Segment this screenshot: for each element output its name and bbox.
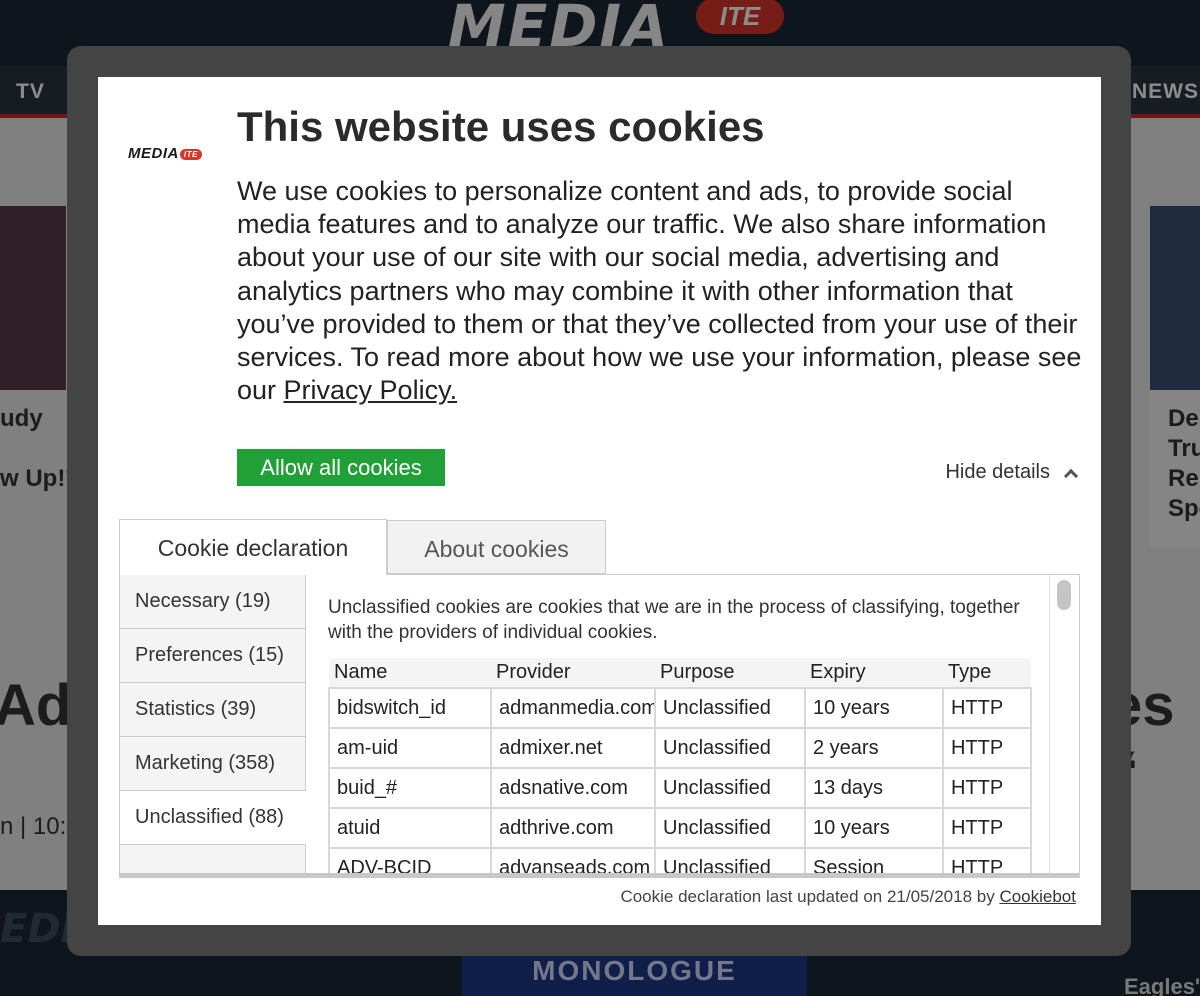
cell-expiry: 13 days xyxy=(805,768,944,809)
cell-name: ADV-BCID xyxy=(328,848,492,873)
chevron-up-icon xyxy=(1063,468,1079,483)
table-row: ADV-BCID advanseads.com Unclassified Ses… xyxy=(328,848,1032,873)
category-content: Unclassified cookies are cookies that we… xyxy=(328,595,1032,873)
cell-name: am-uid xyxy=(328,728,492,769)
cell-provider: adsnative.com xyxy=(491,768,656,809)
tab-about-cookies[interactable]: About cookies xyxy=(387,520,606,574)
cell-purpose: Unclassified xyxy=(655,728,806,769)
dialog-logo: MEDIA ITE xyxy=(128,145,202,162)
dialog-footer: Cookie declaration last updated on 21/05… xyxy=(620,887,1076,906)
cell-provider: admixer.net xyxy=(491,728,656,769)
cell-provider: adthrive.com xyxy=(491,808,656,849)
category-unclassified[interactable]: Unclassified (88) xyxy=(120,791,306,845)
cookie-declaration-panel: Necessary (19) Preferences (15) Statisti… xyxy=(119,574,1080,878)
column-header-expiry: Expiry xyxy=(805,658,943,689)
cell-type: HTTP xyxy=(943,808,1032,849)
allow-all-cookies-button[interactable]: Allow all cookies xyxy=(237,449,445,486)
scrollbar-thumb[interactable] xyxy=(1057,580,1071,610)
cell-type: HTTP xyxy=(943,688,1032,729)
category-preferences[interactable]: Preferences (15) xyxy=(120,629,305,683)
cookie-table: Name Provider Purpose Expiry Type bidswi… xyxy=(328,658,1032,873)
category-marketing[interactable]: Marketing (358) xyxy=(120,737,305,791)
category-list: Necessary (19) Preferences (15) Statisti… xyxy=(120,575,306,873)
table-row: am-uid admixer.net Unclassified 2 years … xyxy=(328,728,1032,769)
dialog-body: We use cookies to personalize content an… xyxy=(237,176,1082,406)
cell-expiry: Session xyxy=(805,848,944,873)
hide-details-toggle[interactable]: Hide details xyxy=(945,461,1079,484)
category-statistics[interactable]: Statistics (39) xyxy=(120,683,305,737)
category-necessary[interactable]: Necessary (19) xyxy=(120,575,305,629)
column-header-provider: Provider xyxy=(491,658,655,689)
column-header-purpose: Purpose xyxy=(655,658,805,689)
table-row: bidswitch_id admanmedia.com Unclassified… xyxy=(328,688,1032,729)
cell-purpose: Unclassified xyxy=(655,688,806,729)
table-header-row: Name Provider Purpose Expiry Type xyxy=(329,658,1031,689)
column-header-name: Name xyxy=(329,658,491,689)
category-description: Unclassified cookies are cookies that we… xyxy=(328,597,1020,643)
tab-cookie-declaration[interactable]: Cookie declaration xyxy=(119,519,387,575)
cookiebot-link[interactable]: Cookiebot xyxy=(999,887,1076,906)
cell-expiry: 10 years xyxy=(805,688,944,729)
cell-type: HTTP xyxy=(943,728,1032,769)
cell-provider: advanseads.com xyxy=(491,848,656,873)
cell-name: atuid xyxy=(328,808,492,849)
cell-purpose: Unclassified xyxy=(655,768,806,809)
cell-expiry: 2 years xyxy=(805,728,944,769)
table-row: buid_# adsnative.com Unclassified 13 day… xyxy=(328,768,1032,809)
cookie-dialog: MEDIA ITE This website uses cookies We us… xyxy=(98,77,1101,925)
cell-name: bidswitch_id xyxy=(328,688,492,729)
cell-name: buid_# xyxy=(328,768,492,809)
cell-type: HTTP xyxy=(943,848,1032,873)
table-row: atuid adthrive.com Unclassified 10 years… xyxy=(328,808,1032,849)
column-header-type: Type xyxy=(943,658,1031,689)
hide-details-label: Hide details xyxy=(945,461,1050,483)
dialog-title: This website uses cookies xyxy=(237,103,765,150)
privacy-policy-link[interactable]: Privacy Policy. xyxy=(284,375,458,405)
cell-purpose: Unclassified xyxy=(655,848,806,873)
cell-provider: admanmedia.com xyxy=(491,688,656,729)
cell-expiry: 10 years xyxy=(805,808,944,849)
cell-purpose: Unclassified xyxy=(655,808,806,849)
panel-scrollbar[interactable] xyxy=(1049,575,1079,873)
cell-type: HTTP xyxy=(943,768,1032,809)
